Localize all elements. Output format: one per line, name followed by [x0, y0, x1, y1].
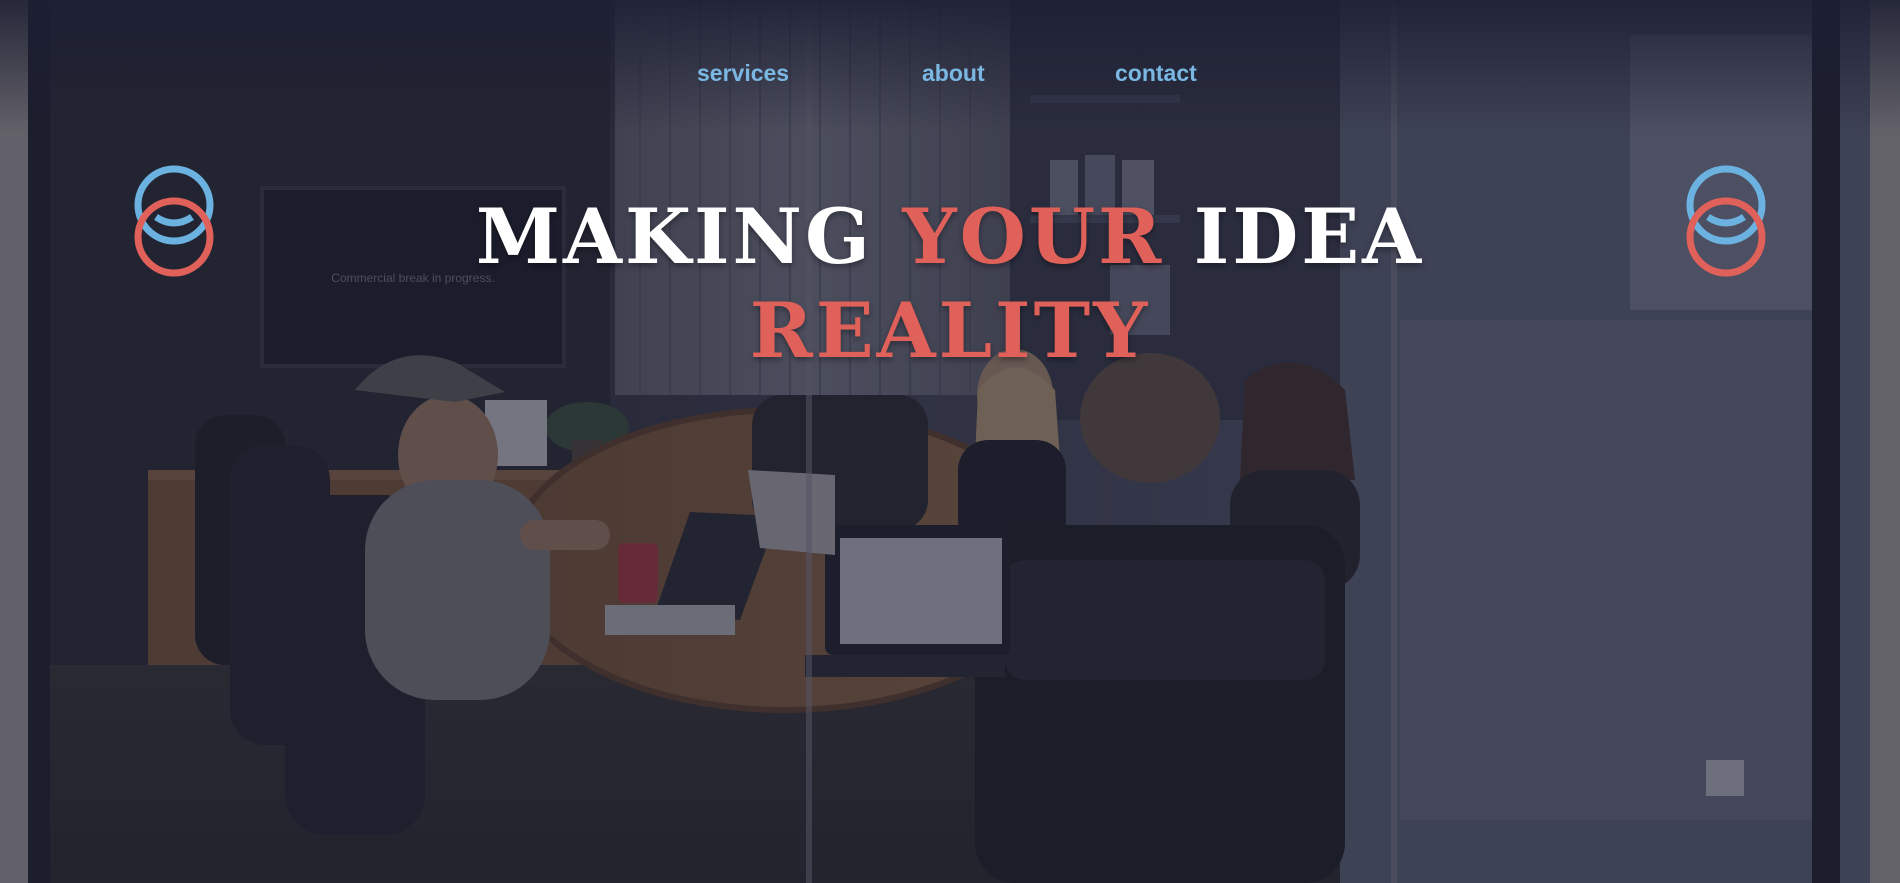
nav-link-about[interactable]: about: [922, 60, 985, 87]
headline-word-your: YOUR: [902, 192, 1165, 281]
hero-section: Commercial break in progress.: [0, 0, 1900, 883]
headline-word-idea: IDEA: [1193, 192, 1425, 281]
hero-headline: MAKING YOUR IDEA REALITY: [0, 190, 1900, 378]
main-nav: services about contact: [0, 60, 1900, 96]
nav-link-services[interactable]: services: [697, 60, 789, 87]
headline-word-making: MAKING: [475, 192, 873, 281]
hero-background-photo: Commercial break in progress.: [0, 0, 1900, 883]
nav-link-contact[interactable]: contact: [1115, 60, 1197, 87]
headline-word-reality: REALITY: [749, 286, 1151, 375]
